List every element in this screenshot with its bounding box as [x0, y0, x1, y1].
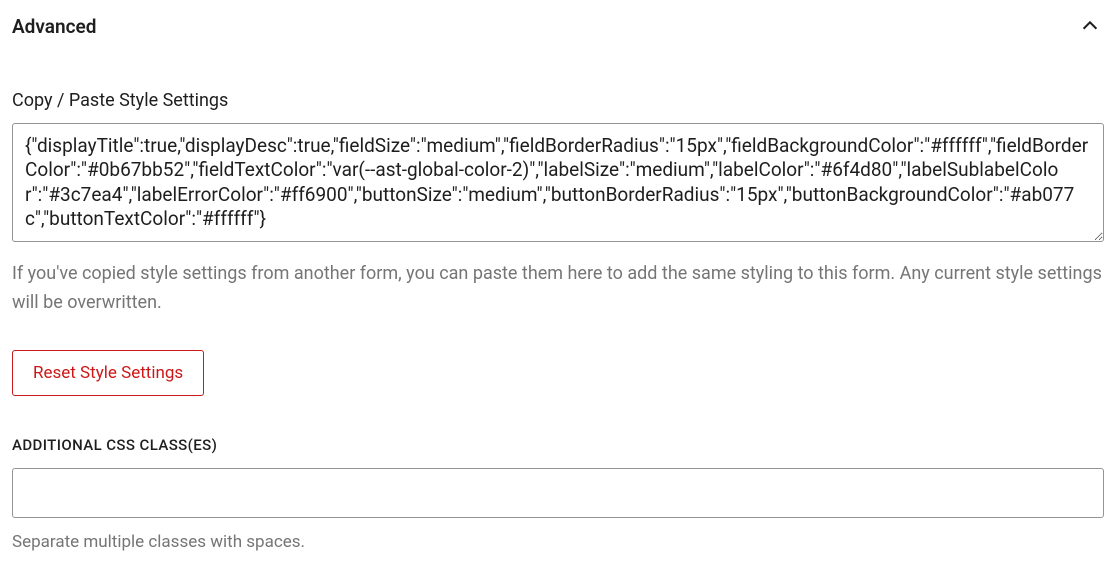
css-classes-input[interactable] — [12, 468, 1104, 518]
css-classes-help: Separate multiple classes with spaces. — [12, 532, 1104, 552]
css-classes-label: Additional CSS Class(es) — [12, 436, 1104, 454]
reset-style-button[interactable]: Reset Style Settings — [12, 350, 204, 396]
copy-paste-textarea[interactable] — [12, 123, 1104, 242]
copy-paste-section: Copy / Paste Style Settings If you've co… — [12, 90, 1104, 318]
copy-paste-label: Copy / Paste Style Settings — [12, 90, 1104, 111]
panel-title: Advanced — [12, 15, 96, 38]
copy-paste-help: If you've copied style settings from ano… — [12, 260, 1104, 318]
chevron-up-icon[interactable] — [1076, 12, 1104, 40]
advanced-panel-header[interactable]: Advanced — [12, 12, 1104, 58]
